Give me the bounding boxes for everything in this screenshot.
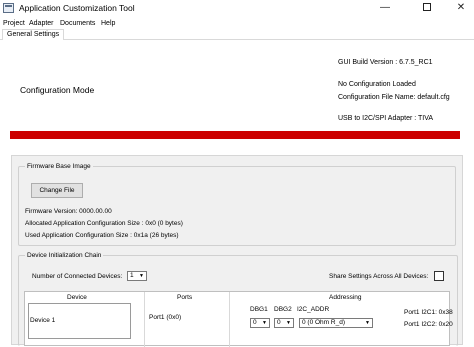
configuration-mode-label: Configuration Mode bbox=[20, 85, 95, 95]
menu-bar: Project Adapter Documents Help bbox=[0, 18, 474, 29]
firmware-group: Firmware Base Image Change File Firmware… bbox=[18, 162, 456, 246]
dbg1-select[interactable]: 0 ▼ bbox=[250, 318, 270, 328]
subheader-dbg1: DBG1 bbox=[250, 306, 268, 313]
tab-general-settings[interactable]: General Settings bbox=[2, 29, 64, 40]
num-devices-label: Number of Connected Devices: bbox=[32, 273, 123, 280]
window-title: Application Customization Tool bbox=[19, 3, 135, 13]
gui-build-version: GUI Build Version : 6.7.5_RC1 bbox=[338, 59, 433, 66]
chevron-down-icon: ▼ bbox=[286, 320, 291, 326]
dbg2-value: 0 bbox=[277, 319, 281, 326]
title-bar: Application Customization Tool — ✕ bbox=[0, 0, 474, 17]
i2c-addr-value: 0 (0 Ohm R_d) bbox=[302, 319, 345, 326]
share-settings-label: Share Settings Across All Devices: bbox=[329, 273, 429, 280]
maximize-icon bbox=[423, 3, 431, 12]
column-header-device: Device bbox=[67, 294, 87, 301]
column-divider bbox=[229, 292, 230, 347]
menu-project[interactable]: Project bbox=[3, 18, 25, 29]
port1-i2c1: Port1 I2C1: 0x38 bbox=[404, 309, 453, 316]
menu-documents[interactable]: Documents bbox=[60, 18, 95, 29]
subheader-i2c-addr: I2C_ADDR bbox=[297, 306, 330, 313]
configuration-status: No Configuration Loaded bbox=[338, 81, 416, 88]
configuration-file-name: Configuration File Name: default.cfg bbox=[338, 94, 450, 101]
close-button[interactable]: ✕ bbox=[446, 0, 474, 17]
settings-panel: Firmware Base Image Change File Firmware… bbox=[11, 155, 463, 347]
used-config-size: Used Application Configuration Size : 0x… bbox=[25, 232, 179, 239]
allocated-config-size: Allocated Application Configuration Size… bbox=[25, 220, 183, 227]
chevron-down-icon: ▼ bbox=[365, 320, 370, 326]
status-bar-red bbox=[10, 131, 460, 139]
maximize-button[interactable] bbox=[412, 0, 442, 17]
dbg2-select[interactable]: 0 ▼ bbox=[274, 318, 294, 328]
num-devices-value: 1 bbox=[130, 272, 134, 279]
device-table: Device Ports Addressing DBG1 DBG2 I2C_AD… bbox=[24, 291, 453, 347]
app-icon bbox=[3, 3, 14, 13]
chevron-down-icon: ▼ bbox=[139, 273, 144, 279]
application-window: Application Customization Tool — ✕ Proje… bbox=[0, 0, 474, 347]
firmware-group-label: Firmware Base Image bbox=[25, 162, 93, 171]
port1-i2c2: Port1 I2C2: 0x20 bbox=[404, 321, 453, 328]
i2c-addr-select[interactable]: 0 (0 Ohm R_d) ▼ bbox=[299, 318, 373, 328]
firmware-version: Firmware Version: 0000.00.00 bbox=[25, 208, 112, 215]
table-row-device-cell[interactable]: Device 1 bbox=[28, 303, 131, 339]
change-file-button[interactable]: Change File bbox=[31, 183, 83, 198]
tab-strip: General Settings bbox=[0, 29, 474, 40]
menu-help[interactable]: Help bbox=[101, 18, 115, 29]
num-devices-select[interactable]: 1 ▼ bbox=[127, 271, 147, 281]
dbg1-value: 0 bbox=[253, 319, 257, 326]
column-header-addressing: Addressing bbox=[329, 294, 362, 301]
chevron-down-icon: ▼ bbox=[262, 320, 267, 326]
device-ports: Port1 (0x0) bbox=[149, 314, 182, 321]
device-chain-group-label: Device Initialization Chain bbox=[25, 251, 104, 260]
column-divider bbox=[144, 292, 145, 347]
column-header-ports: Ports bbox=[177, 294, 193, 301]
minimize-button[interactable]: — bbox=[370, 0, 400, 17]
subheader-dbg2: DBG2 bbox=[274, 306, 292, 313]
share-settings-checkbox[interactable] bbox=[434, 271, 444, 281]
device-name: Device 1 bbox=[30, 317, 56, 324]
adapter-info: USB to I2C/SPI Adapter : TIVA bbox=[338, 115, 434, 122]
menu-adapter[interactable]: Adapter bbox=[29, 18, 54, 29]
